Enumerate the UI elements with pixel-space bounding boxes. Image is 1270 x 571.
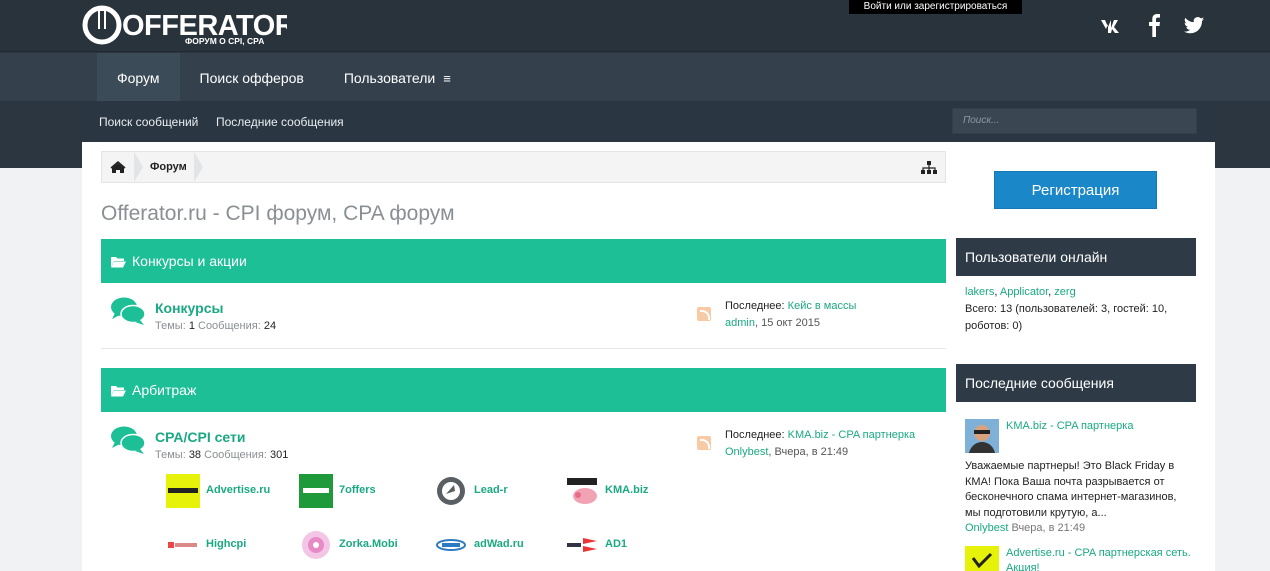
forum-row-contests: Конкурсы Темы: 1 Сообщения: 24 Последнее… [101,292,946,348]
leadr-logo [434,474,468,508]
breadcrumb: Форум [101,151,946,183]
ad1-logo [565,528,599,562]
divider [101,348,946,349]
category-title: Арбитраж [132,382,197,398]
online-total: Всего: 13 (пользователей: 3, гостей: 10, [965,303,1168,315]
forum-stats: Темы: 38 Сообщения: 301 [155,449,288,461]
advertise-logo [166,474,200,508]
subforum-label: Highcpi [206,538,247,550]
last-post-date: , 15 окт 2015 [754,317,820,329]
chat-bubbles-icon [110,296,146,329]
facebook-icon[interactable] [1147,13,1161,37]
menu-icon[interactable]: ≡ [443,54,451,104]
avatar[interactable] [965,419,999,453]
latest-post-user[interactable]: Onlybest [965,522,1008,534]
zorka-logo [299,528,333,562]
online-user[interactable]: Applicator [1000,286,1048,298]
latest-post-meta: Onlybest Вчера, в 21:49 [965,521,1190,537]
forum-title-cpa-networks[interactable]: CPA/CPI сети [155,429,246,445]
subforum-label: Advertise.ru [206,484,271,496]
messages-count: 24 [263,320,277,332]
last-post-user[interactable]: Onlybest [725,446,768,458]
login-register-link[interactable]: Войти или зарегистрироваться [849,0,1022,14]
latest-post-excerpt-text: Уважаемые партнеры! Это Black Friday в К… [965,460,1177,519]
subforum-label: adWad.ru [474,538,524,550]
subforum-label: KMA.biz [605,484,649,496]
messages-label: Сообщения: [198,320,261,332]
last-post-label: Последнее: [725,300,785,312]
category-header-contests[interactable]: Конкурсы и акции [101,239,946,283]
chat-bubbles-icon [110,425,146,458]
rss-icon[interactable] [697,436,711,450]
breadcrumb-separator [194,152,203,182]
latest-post-item: KMA.biz - CPA партнерка Уважаемые партне… [965,419,1190,539]
forum-title-contests[interactable]: Конкурсы [155,300,223,316]
tab-offer-search[interactable]: Поиск офферов [180,53,324,101]
register-button[interactable]: Регистрация [994,171,1157,209]
page-title: Offerator.ru - CPI форум, CPA форум [101,202,455,225]
latest-posts-header: Последние сообщения [956,364,1196,402]
avatar[interactable] [965,546,999,571]
twitter-icon[interactable] [1183,13,1205,37]
online-users-panel: lakers, Applicator, zerg Всего: 13 (поль… [956,276,1196,344]
latest-post-title[interactable]: KMA.biz - CPA партнерка [1006,419,1191,434]
sitemap-icon[interactable] [921,161,937,178]
subforum-label: 7offers [339,484,376,496]
site-logo[interactable]: OFFERATOR ФОРУМ О CPI, CPA [82,5,296,47]
online-total-robots: роботов: 0) [965,320,1023,332]
online-user[interactable]: lakers [965,286,994,298]
rss-icon[interactable] [697,307,711,321]
latest-post-item: Advertise.ru - CPA партнерская сеть. Акц… [965,546,1190,571]
sub-navigation: Поиск сообщений Последние сообщения Поис… [82,102,1215,142]
subforum-label: Zorka.Mobi [339,538,398,550]
last-post-title[interactable]: KMA.biz - CPA партнерка [788,429,915,441]
search-messages-link[interactable]: Поиск сообщений [99,115,198,129]
breadcrumb-separator [134,152,143,182]
messages-label: Сообщения: [204,449,267,461]
last-post-user[interactable]: admin [725,317,755,329]
vk-icon[interactable] [1100,13,1126,37]
kma-logo [565,474,599,508]
latest-post-title[interactable]: Advertise.ru - CPA партнерская сеть. Акц… [1006,546,1190,571]
category-title: Конкурсы и акции [132,253,247,269]
category-header-arbitrage[interactable]: Арбитраж [101,368,946,412]
folder-open-icon [111,370,126,414]
latest-post-excerpt: Уважаемые партнеры! Это Black Friday в К… [965,459,1190,537]
7offers-logo [299,474,333,508]
recent-messages-link[interactable]: Последние сообщения [216,115,344,129]
subforum-label: AD1 [605,538,628,550]
forum-stats: Темы: 1 Сообщения: 24 [155,320,276,332]
folder-open-icon [111,241,126,285]
tab-users[interactable]: Пользователи ≡ [324,53,471,101]
tab-forum[interactable]: Форум [97,53,180,101]
last-post: Последнее: Кейс в массы admin, 15 окт 20… [725,298,935,332]
threads-label: Темы: [155,320,186,332]
messages-count: 301 [269,449,289,461]
last-post-date: , Вчера, в 21:49 [768,446,849,458]
latest-post-date: Вчера, в 21:49 [1008,522,1086,534]
top-bar: OFFERATOR ФОРУМ О CPI, CPA Войти или зар… [0,0,1270,52]
breadcrumb-forum[interactable]: Форум [150,161,187,173]
main-navigation: Форум Поиск офферов Пользователи ≡ [0,53,1270,101]
threads-label: Темы: [155,449,186,461]
subforum-label: Lead-r [474,484,508,496]
logo-subtitle: ФОРУМ О CPI, CPA [185,36,264,46]
online-user[interactable]: zerg [1054,286,1075,298]
threads-count: 38 [188,449,202,461]
tab-users-label: Пользователи [343,70,436,86]
adwad-logo [434,528,468,562]
online-users-header: Пользователи онлайн [956,238,1196,276]
highcpi-logo [166,528,200,562]
search-input[interactable]: Поиск... [952,108,1197,134]
last-post-title[interactable]: Кейс в массы [788,300,857,312]
last-post: Последнее: KMA.biz - CPA партнерка Onlyb… [725,427,935,461]
last-post-label: Последнее: [725,429,785,441]
home-icon[interactable] [102,152,134,182]
forum-row-cpa-networks: CPA/CPI сети Темы: 38 Сообщения: 301 Пос… [101,421,946,571]
threads-count: 1 [188,320,195,332]
